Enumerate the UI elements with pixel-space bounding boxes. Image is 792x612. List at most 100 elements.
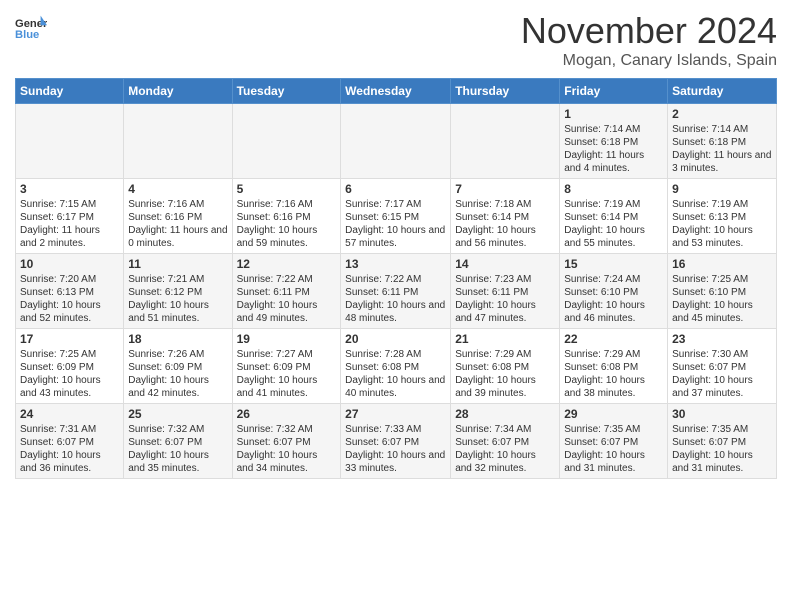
day-info: Daylight: 10 hours and 48 minutes. xyxy=(345,299,446,325)
day-info: Sunrise: 7:31 AM xyxy=(20,423,119,436)
calendar-cell: 19Sunrise: 7:27 AMSunset: 6:09 PMDayligh… xyxy=(232,329,341,404)
header-row: Sunday Monday Tuesday Wednesday Thursday… xyxy=(16,79,777,104)
day-info: Sunrise: 7:21 AM xyxy=(128,273,227,286)
day-info: Sunset: 6:10 PM xyxy=(672,286,772,299)
header: General Blue November 2024 Mogan, Canary… xyxy=(15,10,777,70)
calendar-cell: 4Sunrise: 7:16 AMSunset: 6:16 PMDaylight… xyxy=(124,179,232,254)
day-number: 20 xyxy=(345,332,446,346)
day-info: Daylight: 10 hours and 32 minutes. xyxy=(455,449,555,475)
day-info: Daylight: 10 hours and 52 minutes. xyxy=(20,299,119,325)
day-info: Sunrise: 7:28 AM xyxy=(345,348,446,361)
day-info: Daylight: 10 hours and 42 minutes. xyxy=(128,374,227,400)
logo-icon: General Blue xyxy=(15,14,47,42)
day-info: Daylight: 10 hours and 38 minutes. xyxy=(564,374,663,400)
day-info: Sunrise: 7:25 AM xyxy=(672,273,772,286)
day-info: Daylight: 10 hours and 51 minutes. xyxy=(128,299,227,325)
day-info: Daylight: 10 hours and 43 minutes. xyxy=(20,374,119,400)
day-info: Sunset: 6:16 PM xyxy=(237,211,337,224)
calendar-cell: 25Sunrise: 7:32 AMSunset: 6:07 PMDayligh… xyxy=(124,404,232,479)
day-info: Sunrise: 7:24 AM xyxy=(564,273,663,286)
day-number: 18 xyxy=(128,332,227,346)
day-info: Sunset: 6:18 PM xyxy=(564,136,663,149)
calendar-cell xyxy=(232,104,341,179)
day-number: 22 xyxy=(564,332,663,346)
day-number: 6 xyxy=(345,182,446,196)
day-number: 1 xyxy=(564,107,663,121)
day-info: Sunset: 6:08 PM xyxy=(345,361,446,374)
day-info: Sunrise: 7:18 AM xyxy=(455,198,555,211)
day-info: Sunrise: 7:22 AM xyxy=(345,273,446,286)
day-number: 4 xyxy=(128,182,227,196)
day-number: 10 xyxy=(20,257,119,271)
calendar-cell: 24Sunrise: 7:31 AMSunset: 6:07 PMDayligh… xyxy=(16,404,124,479)
col-wednesday: Wednesday xyxy=(341,79,451,104)
day-info: Sunrise: 7:33 AM xyxy=(345,423,446,436)
day-info: Sunrise: 7:29 AM xyxy=(564,348,663,361)
day-info: Sunset: 6:07 PM xyxy=(455,436,555,449)
calendar-cell: 26Sunrise: 7:32 AMSunset: 6:07 PMDayligh… xyxy=(232,404,341,479)
day-info: Sunrise: 7:32 AM xyxy=(128,423,227,436)
day-info: Daylight: 10 hours and 53 minutes. xyxy=(672,224,772,250)
day-info: Sunset: 6:12 PM xyxy=(128,286,227,299)
day-info: Sunrise: 7:14 AM xyxy=(564,123,663,136)
day-info: Sunrise: 7:16 AM xyxy=(128,198,227,211)
calendar-week-3: 10Sunrise: 7:20 AMSunset: 6:13 PMDayligh… xyxy=(16,254,777,329)
location-subtitle: Mogan, Canary Islands, Spain xyxy=(521,52,777,70)
day-number: 8 xyxy=(564,182,663,196)
title-block: November 2024 Mogan, Canary Islands, Spa… xyxy=(521,10,777,70)
day-info: Sunrise: 7:35 AM xyxy=(564,423,663,436)
day-number: 14 xyxy=(455,257,555,271)
calendar-cell: 1 Sunrise: 7:14 AMSunset: 6:18 PMDaylight… xyxy=(560,104,668,179)
day-info: Daylight: 11 hours and 2 minutes. xyxy=(20,224,119,250)
day-info: Sunset: 6:07 PM xyxy=(128,436,227,449)
calendar-cell: 13Sunrise: 7:22 AMSunset: 6:11 PMDayligh… xyxy=(341,254,451,329)
day-info: Daylight: 10 hours and 47 minutes. xyxy=(455,299,555,325)
day-info: Sunrise: 7:20 AM xyxy=(20,273,119,286)
day-number: 3 xyxy=(20,182,119,196)
day-number: 15 xyxy=(564,257,663,271)
day-info: Sunrise: 7:22 AM xyxy=(237,273,337,286)
day-number: 28 xyxy=(455,407,555,421)
calendar-cell: 22 Sunrise: 7:29 AMSunset: 6:08 PMDayligh… xyxy=(560,329,668,404)
calendar-cell: 10Sunrise: 7:20 AMSunset: 6:13 PMDayligh… xyxy=(16,254,124,329)
calendar-cell: 12Sunrise: 7:22 AMSunset: 6:11 PMDayligh… xyxy=(232,254,341,329)
day-number: 23 xyxy=(672,332,772,346)
day-info: Sunrise: 7:32 AM xyxy=(237,423,337,436)
calendar-cell: 27Sunrise: 7:33 AMSunset: 6:07 PMDayligh… xyxy=(341,404,451,479)
month-title: November 2024 xyxy=(521,10,777,52)
calendar-cell: 11Sunrise: 7:21 AMSunset: 6:12 PMDayligh… xyxy=(124,254,232,329)
day-info: Sunrise: 7:27 AM xyxy=(237,348,337,361)
day-info: Sunset: 6:08 PM xyxy=(455,361,555,374)
calendar-cell: 9Sunrise: 7:19 AMSunset: 6:13 PMDaylight… xyxy=(668,179,777,254)
day-info: Sunset: 6:07 PM xyxy=(672,361,772,374)
day-info: Sunrise: 7:29 AM xyxy=(455,348,555,361)
day-info: Sunset: 6:09 PM xyxy=(128,361,227,374)
day-info: Daylight: 11 hours and 4 minutes. xyxy=(564,149,663,175)
day-info: Daylight: 10 hours and 46 minutes. xyxy=(564,299,663,325)
day-info: Daylight: 10 hours and 40 minutes. xyxy=(345,374,446,400)
col-thursday: Thursday xyxy=(451,79,560,104)
calendar-cell: 7Sunrise: 7:18 AMSunset: 6:14 PMDaylight… xyxy=(451,179,560,254)
day-number: 24 xyxy=(20,407,119,421)
day-number: 2 xyxy=(672,107,772,121)
calendar-cell: 2Sunrise: 7:14 AMSunset: 6:18 PMDaylight… xyxy=(668,104,777,179)
day-info: Sunset: 6:17 PM xyxy=(20,211,119,224)
calendar-cell: 30Sunrise: 7:35 AMSunset: 6:07 PMDayligh… xyxy=(668,404,777,479)
day-info: Sunrise: 7:34 AM xyxy=(455,423,555,436)
day-info: Daylight: 10 hours and 55 minutes. xyxy=(564,224,663,250)
day-info: Sunset: 6:14 PM xyxy=(455,211,555,224)
calendar-cell xyxy=(16,104,124,179)
calendar: Sunday Monday Tuesday Wednesday Thursday… xyxy=(15,78,777,479)
col-friday: Friday xyxy=(560,79,668,104)
day-info: Daylight: 10 hours and 33 minutes. xyxy=(345,449,446,475)
day-number: 25 xyxy=(128,407,227,421)
day-number: 5 xyxy=(237,182,337,196)
day-number: 29 xyxy=(564,407,663,421)
day-number: 16 xyxy=(672,257,772,271)
day-number: 19 xyxy=(237,332,337,346)
day-info: Sunset: 6:08 PM xyxy=(564,361,663,374)
day-number: 9 xyxy=(672,182,772,196)
calendar-cell: 17Sunrise: 7:25 AMSunset: 6:09 PMDayligh… xyxy=(16,329,124,404)
day-number: 13 xyxy=(345,257,446,271)
calendar-cell: 23Sunrise: 7:30 AMSunset: 6:07 PMDayligh… xyxy=(668,329,777,404)
